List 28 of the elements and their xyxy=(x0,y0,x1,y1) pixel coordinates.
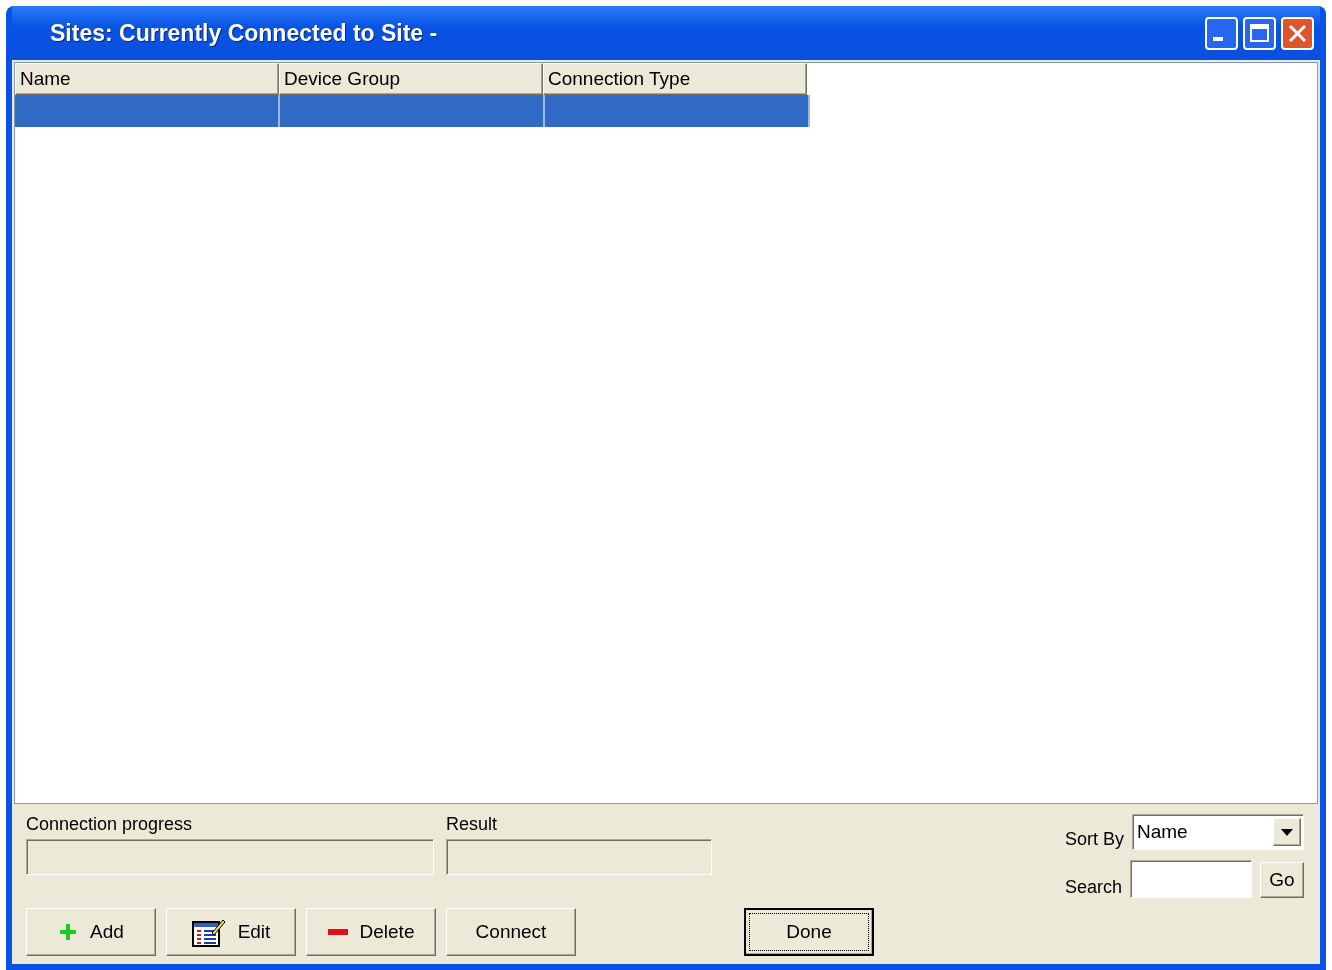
go-button[interactable]: Go xyxy=(1260,862,1304,898)
done-button[interactable]: Done xyxy=(744,908,874,956)
table-cell[interactable] xyxy=(545,95,810,127)
toolbar-button[interactable]: Connect xyxy=(446,908,576,956)
table-cell[interactable] xyxy=(15,95,280,127)
maximize-button[interactable] xyxy=(1243,16,1276,50)
field-label: Connection progress xyxy=(26,814,194,835)
window-title: Sites: Currently Connected to Site - xyxy=(50,19,439,47)
minus-icon xyxy=(327,929,348,935)
field-label: Search xyxy=(1064,877,1122,898)
close-icon xyxy=(1289,24,1306,42)
minimize-icon xyxy=(1212,37,1223,41)
toolbar-button[interactable]: Add xyxy=(26,908,156,956)
field-label: Sort By xyxy=(1064,829,1124,850)
toolbar-button[interactable]: Edit xyxy=(166,908,296,956)
edit-icon xyxy=(191,917,226,947)
column-header[interactable]: Connection Type xyxy=(543,63,807,95)
toolbar-button[interactable]: Delete xyxy=(306,908,436,956)
column-header[interactable]: Device Group xyxy=(279,63,543,95)
maximize-icon xyxy=(1250,24,1269,42)
field-label: Result xyxy=(446,814,499,835)
search-field[interactable] xyxy=(1130,860,1252,898)
close-button[interactable] xyxy=(1281,16,1314,50)
table-cell[interactable] xyxy=(280,95,545,127)
plus-icon xyxy=(58,922,79,942)
column-header[interactable]: Name xyxy=(15,63,279,95)
sort-dropdown[interactable]: Name xyxy=(1132,814,1304,850)
minimize-button[interactable] xyxy=(1205,16,1238,50)
